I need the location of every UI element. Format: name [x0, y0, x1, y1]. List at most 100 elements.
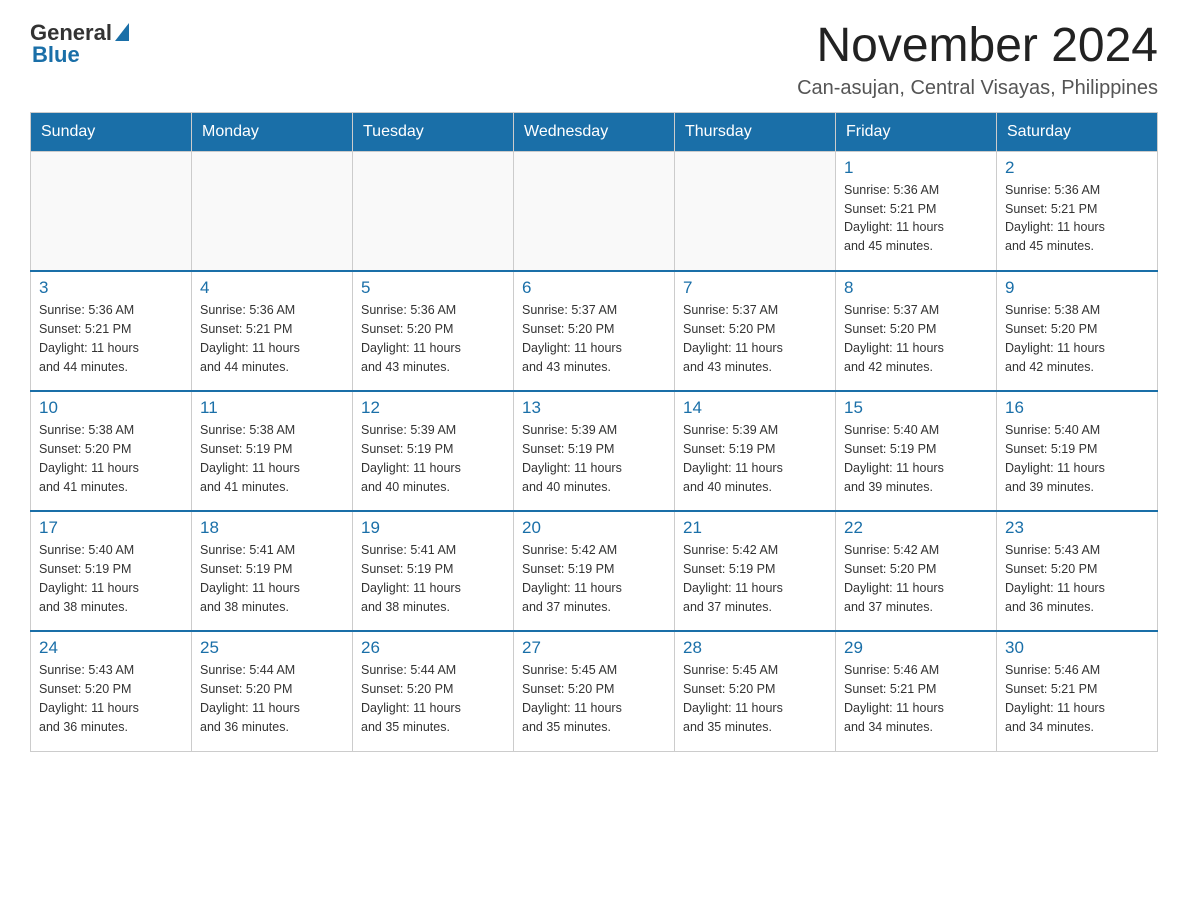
day-info: Sunrise: 5:39 AM Sunset: 5:19 PM Dayligh…: [683, 421, 827, 496]
calendar-cell: [192, 151, 353, 271]
page-header: General Blue November 2024 Can-asujan, C…: [30, 20, 1158, 100]
calendar-cell: 17Sunrise: 5:40 AM Sunset: 5:19 PM Dayli…: [31, 511, 192, 631]
calendar-cell: [353, 151, 514, 271]
day-number: 6: [522, 278, 666, 298]
calendar-cell: 4 Sunrise: 5:36 AM Sunset: 5:21 PM Daylig…: [192, 271, 353, 391]
weekday-header-saturday: Saturday: [997, 112, 1158, 151]
day-number: 26: [361, 638, 505, 658]
day-info: Sunrise: 5:45 AM Sunset: 5:20 PM Dayligh…: [683, 661, 827, 736]
day-info: Sunrise: 5:39 AM Sunset: 5:19 PM Dayligh…: [522, 421, 666, 496]
day-number: 23: [1005, 518, 1149, 538]
month-title: November 2024: [797, 20, 1158, 73]
calendar-cell: 24 Sunrise: 5:43 AM Sunset: 5:20 PM Dayli…: [31, 631, 192, 751]
day-info: Sunrise: 5:39 AM Sunset: 5:19 PM Dayligh…: [361, 421, 505, 496]
calendar-cell: [31, 151, 192, 271]
day-info: Sunrise: 5:37 AM Sunset: 5:20 PM Dayligh…: [522, 301, 666, 376]
day-number: 7: [683, 278, 827, 298]
day-number: 16: [1005, 398, 1149, 418]
logo-arrow-icon: [115, 23, 129, 41]
day-info: Sunrise: 5:46 AM Sunset: 5:21 PM Dayligh…: [844, 661, 988, 736]
calendar-cell: 6 Sunrise: 5:37 AM Sunset: 5:20 PM Daylig…: [514, 271, 675, 391]
day-info: Sunrise: 5:40 AM Sunset: 5:19 PM Dayligh…: [844, 421, 988, 496]
day-number: 4: [200, 278, 344, 298]
logo-blue-text: Blue: [32, 42, 80, 68]
day-info: Sunrise: 5:37 AM Sunset: 5:20 PM Dayligh…: [844, 301, 988, 376]
calendar-cell: 7 Sunrise: 5:37 AM Sunset: 5:20 PM Daylig…: [675, 271, 836, 391]
day-number: 28: [683, 638, 827, 658]
day-number: 25: [200, 638, 344, 658]
calendar-week-5: 24 Sunrise: 5:43 AM Sunset: 5:20 PM Dayli…: [31, 631, 1158, 751]
day-number: 29: [844, 638, 988, 658]
day-number: 22: [844, 518, 988, 538]
day-info: Sunrise: 5:38 AM Sunset: 5:20 PM Dayligh…: [39, 421, 183, 496]
calendar-week-1: 1Sunrise: 5:36 AM Sunset: 5:21 PM Daylig…: [31, 151, 1158, 271]
calendar-cell: 21 Sunrise: 5:42 AM Sunset: 5:19 PM Dayli…: [675, 511, 836, 631]
calendar-cell: 23 Sunrise: 5:43 AM Sunset: 5:20 PM Dayli…: [997, 511, 1158, 631]
calendar-cell: 10 Sunrise: 5:38 AM Sunset: 5:20 PM Dayli…: [31, 391, 192, 511]
calendar-cell: 29 Sunrise: 5:46 AM Sunset: 5:21 PM Dayli…: [836, 631, 997, 751]
calendar-cell: 12 Sunrise: 5:39 AM Sunset: 5:19 PM Dayli…: [353, 391, 514, 511]
day-info: Sunrise: 5:36 AM Sunset: 5:21 PM Dayligh…: [39, 301, 183, 376]
calendar-cell: 30 Sunrise: 5:46 AM Sunset: 5:21 PM Dayli…: [997, 631, 1158, 751]
calendar-cell: 5 Sunrise: 5:36 AM Sunset: 5:20 PM Daylig…: [353, 271, 514, 391]
day-number: 14: [683, 398, 827, 418]
calendar-cell: 1Sunrise: 5:36 AM Sunset: 5:21 PM Daylig…: [836, 151, 997, 271]
day-info: Sunrise: 5:43 AM Sunset: 5:20 PM Dayligh…: [1005, 541, 1149, 616]
day-number: 24: [39, 638, 183, 658]
calendar-cell: 9 Sunrise: 5:38 AM Sunset: 5:20 PM Daylig…: [997, 271, 1158, 391]
day-number: 17: [39, 518, 183, 538]
day-info: Sunrise: 5:37 AM Sunset: 5:20 PM Dayligh…: [683, 301, 827, 376]
calendar-cell: 16 Sunrise: 5:40 AM Sunset: 5:19 PM Dayli…: [997, 391, 1158, 511]
calendar-week-4: 17Sunrise: 5:40 AM Sunset: 5:19 PM Dayli…: [31, 511, 1158, 631]
day-info: Sunrise: 5:46 AM Sunset: 5:21 PM Dayligh…: [1005, 661, 1149, 736]
day-info: Sunrise: 5:42 AM Sunset: 5:19 PM Dayligh…: [683, 541, 827, 616]
day-info: Sunrise: 5:36 AM Sunset: 5:21 PM Dayligh…: [844, 181, 988, 256]
calendar-cell: 28 Sunrise: 5:45 AM Sunset: 5:20 PM Dayli…: [675, 631, 836, 751]
calendar-cell: 18Sunrise: 5:41 AM Sunset: 5:19 PM Dayli…: [192, 511, 353, 631]
day-info: Sunrise: 5:44 AM Sunset: 5:20 PM Dayligh…: [361, 661, 505, 736]
day-number: 13: [522, 398, 666, 418]
weekday-header-thursday: Thursday: [675, 112, 836, 151]
weekday-header-monday: Monday: [192, 112, 353, 151]
calendar-cell: 26 Sunrise: 5:44 AM Sunset: 5:20 PM Dayli…: [353, 631, 514, 751]
day-number: 19: [361, 518, 505, 538]
day-info: Sunrise: 5:36 AM Sunset: 5:20 PM Dayligh…: [361, 301, 505, 376]
day-info: Sunrise: 5:44 AM Sunset: 5:20 PM Dayligh…: [200, 661, 344, 736]
day-number: 12: [361, 398, 505, 418]
weekday-header-tuesday: Tuesday: [353, 112, 514, 151]
calendar-cell: 25 Sunrise: 5:44 AM Sunset: 5:20 PM Dayli…: [192, 631, 353, 751]
day-info: Sunrise: 5:43 AM Sunset: 5:20 PM Dayligh…: [39, 661, 183, 736]
day-info: Sunrise: 5:41 AM Sunset: 5:19 PM Dayligh…: [200, 541, 344, 616]
day-number: 15: [844, 398, 988, 418]
day-info: Sunrise: 5:38 AM Sunset: 5:19 PM Dayligh…: [200, 421, 344, 496]
weekday-header-sunday: Sunday: [31, 112, 192, 151]
day-info: Sunrise: 5:42 AM Sunset: 5:19 PM Dayligh…: [522, 541, 666, 616]
day-number: 20: [522, 518, 666, 538]
day-number: 30: [1005, 638, 1149, 658]
day-info: Sunrise: 5:45 AM Sunset: 5:20 PM Dayligh…: [522, 661, 666, 736]
calendar-cell: 8 Sunrise: 5:37 AM Sunset: 5:20 PM Daylig…: [836, 271, 997, 391]
day-number: 5: [361, 278, 505, 298]
day-number: 10: [39, 398, 183, 418]
calendar-cell: [514, 151, 675, 271]
calendar-week-3: 10 Sunrise: 5:38 AM Sunset: 5:20 PM Dayli…: [31, 391, 1158, 511]
day-number: 3: [39, 278, 183, 298]
calendar-week-2: 3 Sunrise: 5:36 AM Sunset: 5:21 PM Daylig…: [31, 271, 1158, 391]
calendar-cell: 14 Sunrise: 5:39 AM Sunset: 5:19 PM Dayli…: [675, 391, 836, 511]
location-subtitle: Can-asujan, Central Visayas, Philippines: [797, 77, 1158, 100]
calendar-cell: 15 Sunrise: 5:40 AM Sunset: 5:19 PM Dayli…: [836, 391, 997, 511]
calendar-table: SundayMondayTuesdayWednesdayThursdayFrid…: [30, 112, 1158, 752]
calendar-header: SundayMondayTuesdayWednesdayThursdayFrid…: [31, 112, 1158, 151]
weekday-header-wednesday: Wednesday: [514, 112, 675, 151]
day-info: Sunrise: 5:40 AM Sunset: 5:19 PM Dayligh…: [1005, 421, 1149, 496]
day-info: Sunrise: 5:38 AM Sunset: 5:20 PM Dayligh…: [1005, 301, 1149, 376]
calendar-cell: 11 Sunrise: 5:38 AM Sunset: 5:19 PM Dayli…: [192, 391, 353, 511]
calendar-cell: 22Sunrise: 5:42 AM Sunset: 5:20 PM Dayli…: [836, 511, 997, 631]
day-number: 8: [844, 278, 988, 298]
day-number: 9: [1005, 278, 1149, 298]
day-info: Sunrise: 5:36 AM Sunset: 5:21 PM Dayligh…: [200, 301, 344, 376]
logo: General Blue: [30, 20, 129, 68]
weekday-header-row: SundayMondayTuesdayWednesdayThursdayFrid…: [31, 112, 1158, 151]
day-number: 21: [683, 518, 827, 538]
day-number: 11: [200, 398, 344, 418]
